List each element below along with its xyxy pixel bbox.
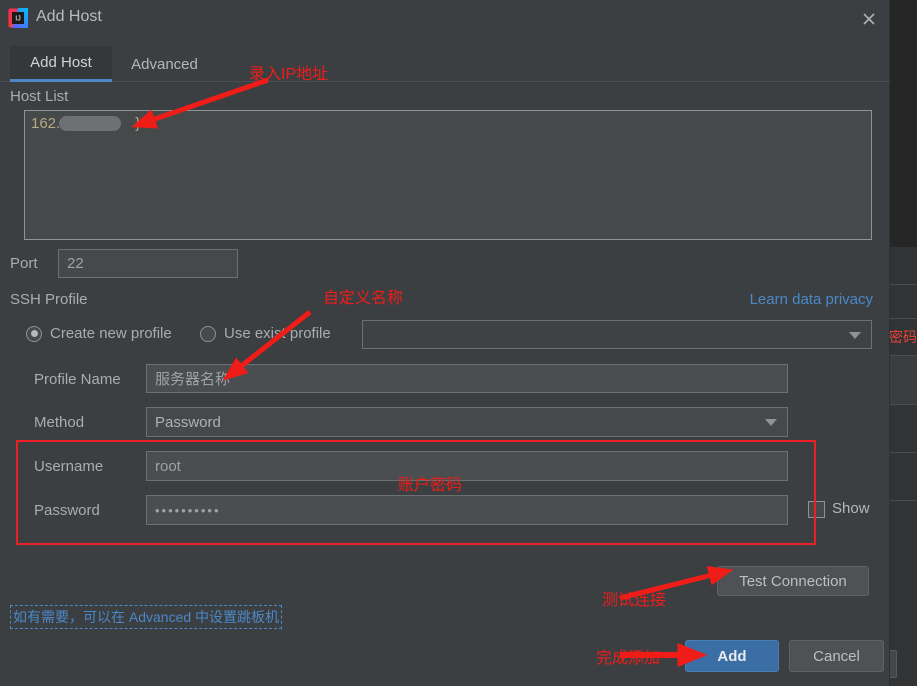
add-button[interactable]: Add	[685, 640, 779, 672]
cancel-button[interactable]: Cancel	[789, 640, 884, 672]
host-list-label: Host List	[10, 88, 69, 105]
test-connection-button[interactable]: Test Connection	[717, 566, 869, 596]
existing-profile-dropdown[interactable]	[362, 320, 872, 349]
method-value: Password	[155, 413, 221, 431]
radio-create-new-profile[interactable]: Create new profile	[26, 325, 172, 342]
show-password-checkbox[interactable]	[808, 501, 825, 518]
password-value: ••••••••••	[155, 502, 221, 518]
username-label: Username	[34, 458, 104, 475]
port-value: 22	[67, 255, 84, 272]
method-label: Method	[34, 414, 85, 431]
test-connection-label: Test Connection	[739, 572, 847, 590]
host-redaction-mask	[59, 116, 121, 131]
port-label: Port	[10, 255, 38, 272]
dialog-titlebar: IJ Add Host	[0, 0, 890, 38]
chevron-down-icon	[849, 331, 861, 339]
add-label: Add	[717, 647, 747, 665]
radio-create-new-profile-indicator[interactable]	[26, 325, 42, 342]
tab-advanced[interactable]: Advanced	[112, 46, 217, 82]
advanced-tip-note: 如有需要，可以在 Advanced 中设置跳板机	[10, 605, 283, 629]
profile-name-value: 服务器名称	[155, 371, 231, 388]
intellij-idea-icon: IJ	[8, 8, 28, 28]
method-dropdown[interactable]: Password	[146, 407, 788, 437]
host-list-textarea[interactable]: 162. 00000000 }	[24, 110, 872, 240]
radio-create-new-profile-label: Create new profile	[50, 325, 172, 342]
learn-data-privacy-link[interactable]: Learn data privacy	[750, 291, 873, 308]
ssh-profile-label: SSH Profile	[10, 291, 88, 308]
close-icon[interactable]	[856, 6, 882, 32]
port-input[interactable]: 22	[58, 249, 238, 278]
password-label: Password	[34, 502, 100, 519]
profile-name-input[interactable]: 服务器名称	[146, 364, 788, 393]
dialog-tabbar: Add Host Advanced	[0, 46, 890, 82]
dialog-title: Add Host	[36, 8, 102, 25]
tab-add-host-label: Add Host	[30, 54, 92, 71]
host-prefix: 162.	[31, 115, 61, 132]
cancel-label: Cancel	[813, 647, 860, 665]
chevron-down-icon	[765, 419, 777, 426]
svg-text:IJ: IJ	[15, 16, 20, 23]
tab-add-host[interactable]: Add Host	[10, 46, 112, 82]
radio-use-exist-profile-label: Use exist profile	[224, 325, 331, 342]
profile-name-label: Profile Name	[34, 371, 121, 388]
radio-use-exist-profile-indicator[interactable]	[200, 325, 216, 342]
radio-use-exist-profile[interactable]: Use exist profile	[200, 325, 331, 342]
host-suffix: }	[135, 115, 141, 132]
username-input[interactable]: root	[146, 451, 788, 481]
host-entry: 162. 00000000 }	[31, 115, 140, 132]
show-password-label: Show	[832, 500, 870, 517]
add-host-dialog: IJ Add Host Add Host Advanced Host List …	[0, 0, 890, 686]
password-input[interactable]: ••••••••••	[146, 495, 788, 525]
tab-advanced-label: Advanced	[131, 55, 198, 73]
username-value: root	[155, 457, 181, 475]
